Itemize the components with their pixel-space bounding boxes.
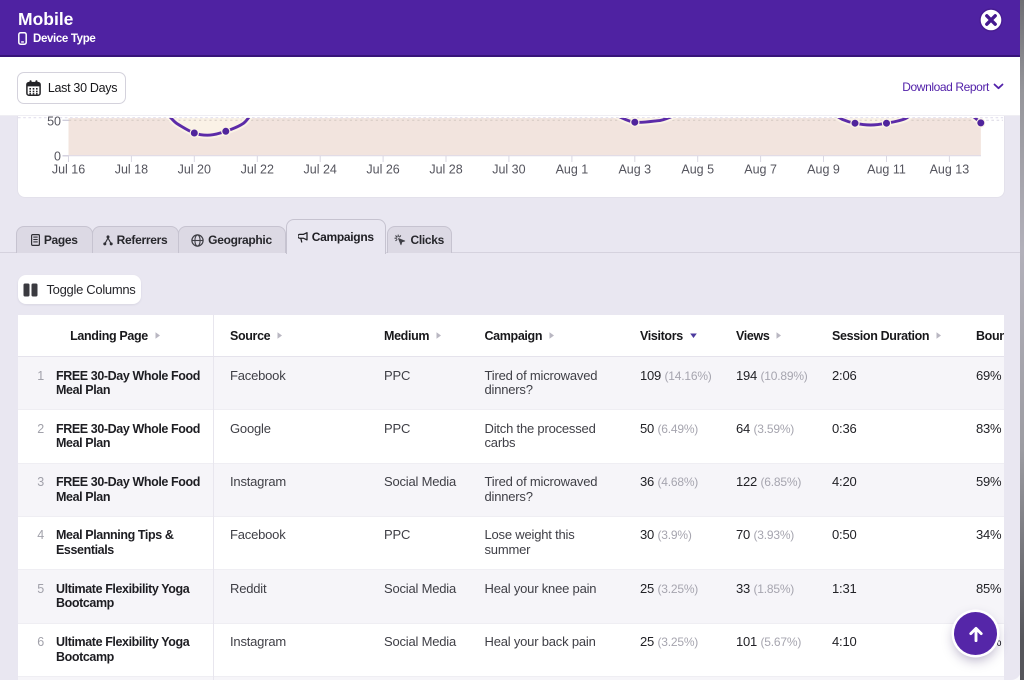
svg-text:Jul 20: Jul 20	[178, 163, 211, 177]
svg-text:Aug 7: Aug 7	[744, 163, 777, 177]
svg-text:Aug 1: Aug 1	[556, 163, 589, 177]
svg-text:Jul 22: Jul 22	[241, 163, 274, 177]
svg-text:Jul 30: Jul 30	[492, 163, 525, 177]
svg-text:Jul 24: Jul 24	[304, 163, 337, 177]
svg-text:Jul 16: Jul 16	[52, 163, 85, 177]
svg-text:Jul 18: Jul 18	[115, 163, 148, 177]
svg-text:Jul 26: Jul 26	[366, 163, 399, 177]
svg-text:Aug 9: Aug 9	[807, 163, 840, 177]
svg-text:Aug 3: Aug 3	[618, 163, 651, 177]
svg-text:0: 0	[54, 149, 61, 163]
svg-text:50: 50	[47, 116, 61, 129]
svg-text:Aug 5: Aug 5	[681, 163, 714, 177]
svg-text:Aug 11: Aug 11	[867, 163, 906, 177]
svg-text:Jul 28: Jul 28	[429, 163, 462, 177]
svg-text:Aug 13: Aug 13	[930, 163, 970, 177]
